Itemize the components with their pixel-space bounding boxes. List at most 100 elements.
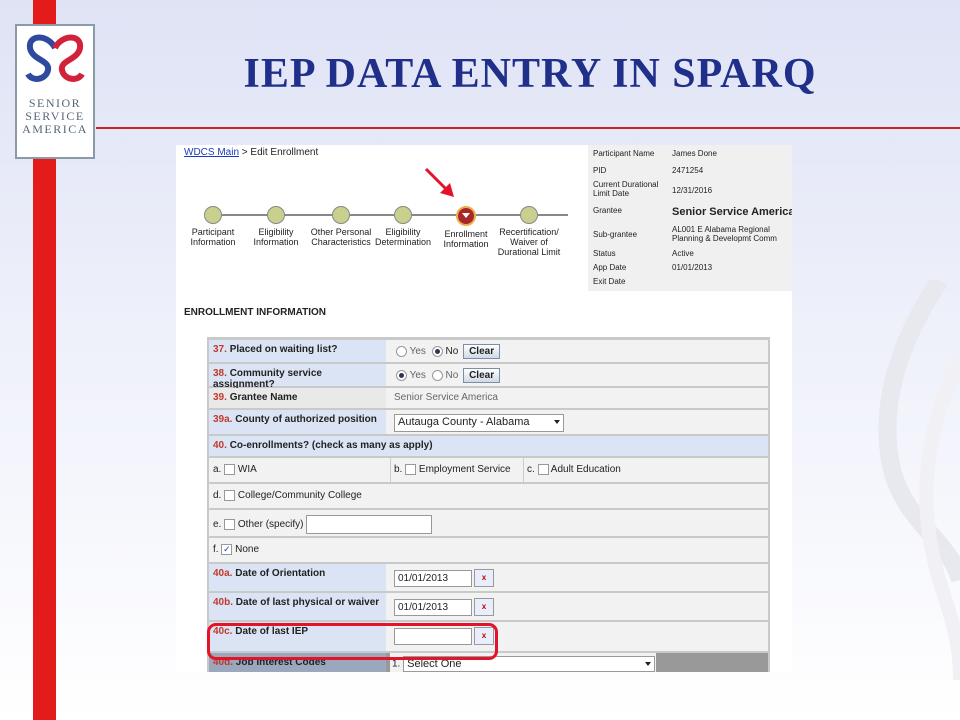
status-value: Active — [672, 249, 694, 258]
question-text: Grantee Name — [229, 392, 298, 403]
date-orientation-input[interactable]: 01/01/2013 — [394, 569, 472, 587]
grantee-name-label: 39. Grantee Name — [209, 388, 386, 408]
college-checkbox[interactable] — [224, 490, 236, 501]
radio-label: Yes — [409, 346, 426, 358]
option-label: Other (specify) — [237, 519, 304, 531]
app-date-label: App Date — [593, 263, 627, 272]
waiting-list-label: 37. Placed on waiting list? — [209, 340, 386, 362]
step-dot-active — [456, 206, 476, 226]
step-dot — [204, 206, 222, 224]
question-number: 37. — [213, 344, 227, 355]
other-checkbox[interactable] — [224, 519, 236, 530]
breadcrumb: WDCS Main > Edit Enrollment — [184, 147, 318, 158]
step-other-personal-characteristics[interactable]: Other Personal Characteristics — [306, 200, 376, 247]
employment-service-checkbox[interactable] — [405, 464, 417, 475]
question-number: 39. — [213, 392, 227, 403]
step-dot — [332, 206, 350, 224]
participant-summary-panel: Participant Name James Done PID 2471254 Cu… — [588, 145, 792, 291]
question-number: 40b. — [213, 597, 234, 608]
breadcrumb-separator: > — [241, 147, 248, 158]
row-community-service: 38. Community service assignment? Yes No… — [209, 364, 768, 390]
date-physical-input[interactable]: 01/01/2013 — [394, 598, 472, 616]
grantee-value: Senior Service America — [672, 206, 792, 218]
app-screenshot: WDCS Main > Edit Enrollment Participant … — [176, 145, 792, 672]
breadcrumb-home-link[interactable]: WDCS Main — [184, 147, 239, 158]
question-text: Placed on waiting list? — [229, 344, 338, 355]
option-label: None — [235, 544, 260, 556]
question-text: County of authorized position — [235, 414, 377, 425]
chevron-down-icon — [554, 420, 560, 424]
option-adult-education: c. Adult Education — [523, 458, 621, 482]
option-wia: a. WIA — [213, 464, 257, 475]
row-co-enroll-f: f. ✓ None — [209, 538, 768, 562]
option-label: Adult Education — [550, 464, 621, 476]
row-date-physical: 40b. Date of last physical or waiver 01/… — [209, 593, 768, 620]
county-select[interactable]: Autauga County - Alabama — [394, 414, 564, 432]
option-key: c. — [527, 464, 535, 476]
community-service-label: 38. Community service assignment? — [209, 364, 386, 390]
none-checkbox[interactable]: ✓ — [221, 544, 233, 555]
step-eligibility-determination[interactable]: Eligibility Determination — [368, 200, 438, 247]
step-dot — [394, 206, 412, 224]
row-county: 39a. County of authorized position Autau… — [209, 410, 768, 434]
calendar-clear-icon[interactable]: x — [474, 598, 494, 616]
date-physical-label: 40b. Date of last physical or waiver — [209, 593, 386, 620]
limit-date-label: Current Durational Limit Date — [593, 180, 659, 198]
question-text: Date of last physical or waiver — [235, 597, 380, 608]
step-label: Eligibility Determination — [374, 227, 432, 247]
enrollment-form: 37. Placed on waiting list? Yes No Clear… — [207, 337, 770, 672]
participant-name-value: James Done — [672, 149, 717, 158]
community-service-yes-radio[interactable] — [396, 370, 407, 381]
waiting-list-no-radio[interactable] — [431, 346, 443, 357]
option-college: d. College/Community College — [213, 490, 362, 501]
step-label: Recertification/ Waiver of Durational Li… — [497, 227, 561, 257]
option-label: Employment Service — [418, 464, 511, 476]
breadcrumb-current: Edit Enrollment — [250, 147, 319, 158]
header-rule — [96, 127, 960, 129]
step-enrollment-information[interactable]: Enrollment Information — [431, 200, 501, 249]
step-eligibility-information[interactable]: Eligibility Information — [241, 200, 311, 247]
other-specify-input[interactable] — [306, 515, 433, 534]
step-dot — [520, 206, 538, 224]
row-co-enroll-abc: a. WIA b. Employment Service c. Adult Ed… — [209, 458, 768, 482]
step-participant-information[interactable]: Participant Information — [178, 200, 248, 247]
option-key: e. — [213, 519, 222, 531]
step-label: Enrollment Information — [443, 229, 489, 249]
job-code-index: 1. — [392, 658, 401, 670]
option-key: d. — [213, 490, 222, 502]
option-other: e. Other (specify) — [213, 515, 433, 534]
status-label: Status — [593, 249, 616, 258]
community-service-clear-button[interactable]: Clear — [463, 368, 501, 383]
question-number: 40a. — [213, 568, 233, 579]
exit-date-label: Exit Date — [593, 277, 626, 286]
option-label: WIA — [237, 464, 257, 476]
row-co-enroll-d: d. College/Community College — [209, 484, 768, 508]
decorative-swoosh — [878, 280, 960, 681]
question-number: 38. — [213, 368, 227, 379]
logo-mark-icon — [25, 34, 85, 82]
logo-text-3: AMERICA — [22, 122, 88, 136]
radio-label: No — [445, 346, 459, 358]
step-recertification-waiver[interactable]: Recertification/ Waiver of Durational Li… — [494, 200, 564, 257]
option-employment-service: b. Employment Service — [390, 458, 511, 482]
grantee-label: Grantee — [593, 206, 622, 215]
question-number: 39a. — [213, 414, 233, 425]
wia-checkbox[interactable] — [224, 464, 236, 475]
calendar-clear-icon[interactable]: x — [474, 569, 494, 587]
option-none: f. ✓ None — [213, 544, 259, 555]
co-enrollments-label: 40. Co-enrollments? (check as many as ap… — [209, 436, 768, 451]
community-service-no-radio[interactable] — [431, 370, 443, 381]
waiting-list-yes-radio[interactable] — [396, 346, 407, 357]
radio-label: Yes — [409, 370, 426, 382]
waiting-list-clear-button[interactable]: Clear — [463, 344, 501, 359]
row-co-enroll-e: e. Other (specify) — [209, 510, 768, 536]
question-text: Community service assignment? — [213, 368, 322, 390]
limit-date-value: 12/31/2016 — [672, 186, 713, 195]
row-grantee-name: 39. Grantee Name Senior Service America — [209, 388, 768, 408]
adult-education-checkbox[interactable] — [537, 464, 549, 475]
question-text: Date of Orientation — [235, 568, 326, 579]
participant-name-label: Participant Name — [593, 149, 655, 158]
highlight-ring — [207, 623, 498, 660]
row-date-orientation: 40a. Date of Orientation 01/01/2013 x — [209, 564, 768, 591]
pid-value: 2471254 — [672, 166, 704, 175]
